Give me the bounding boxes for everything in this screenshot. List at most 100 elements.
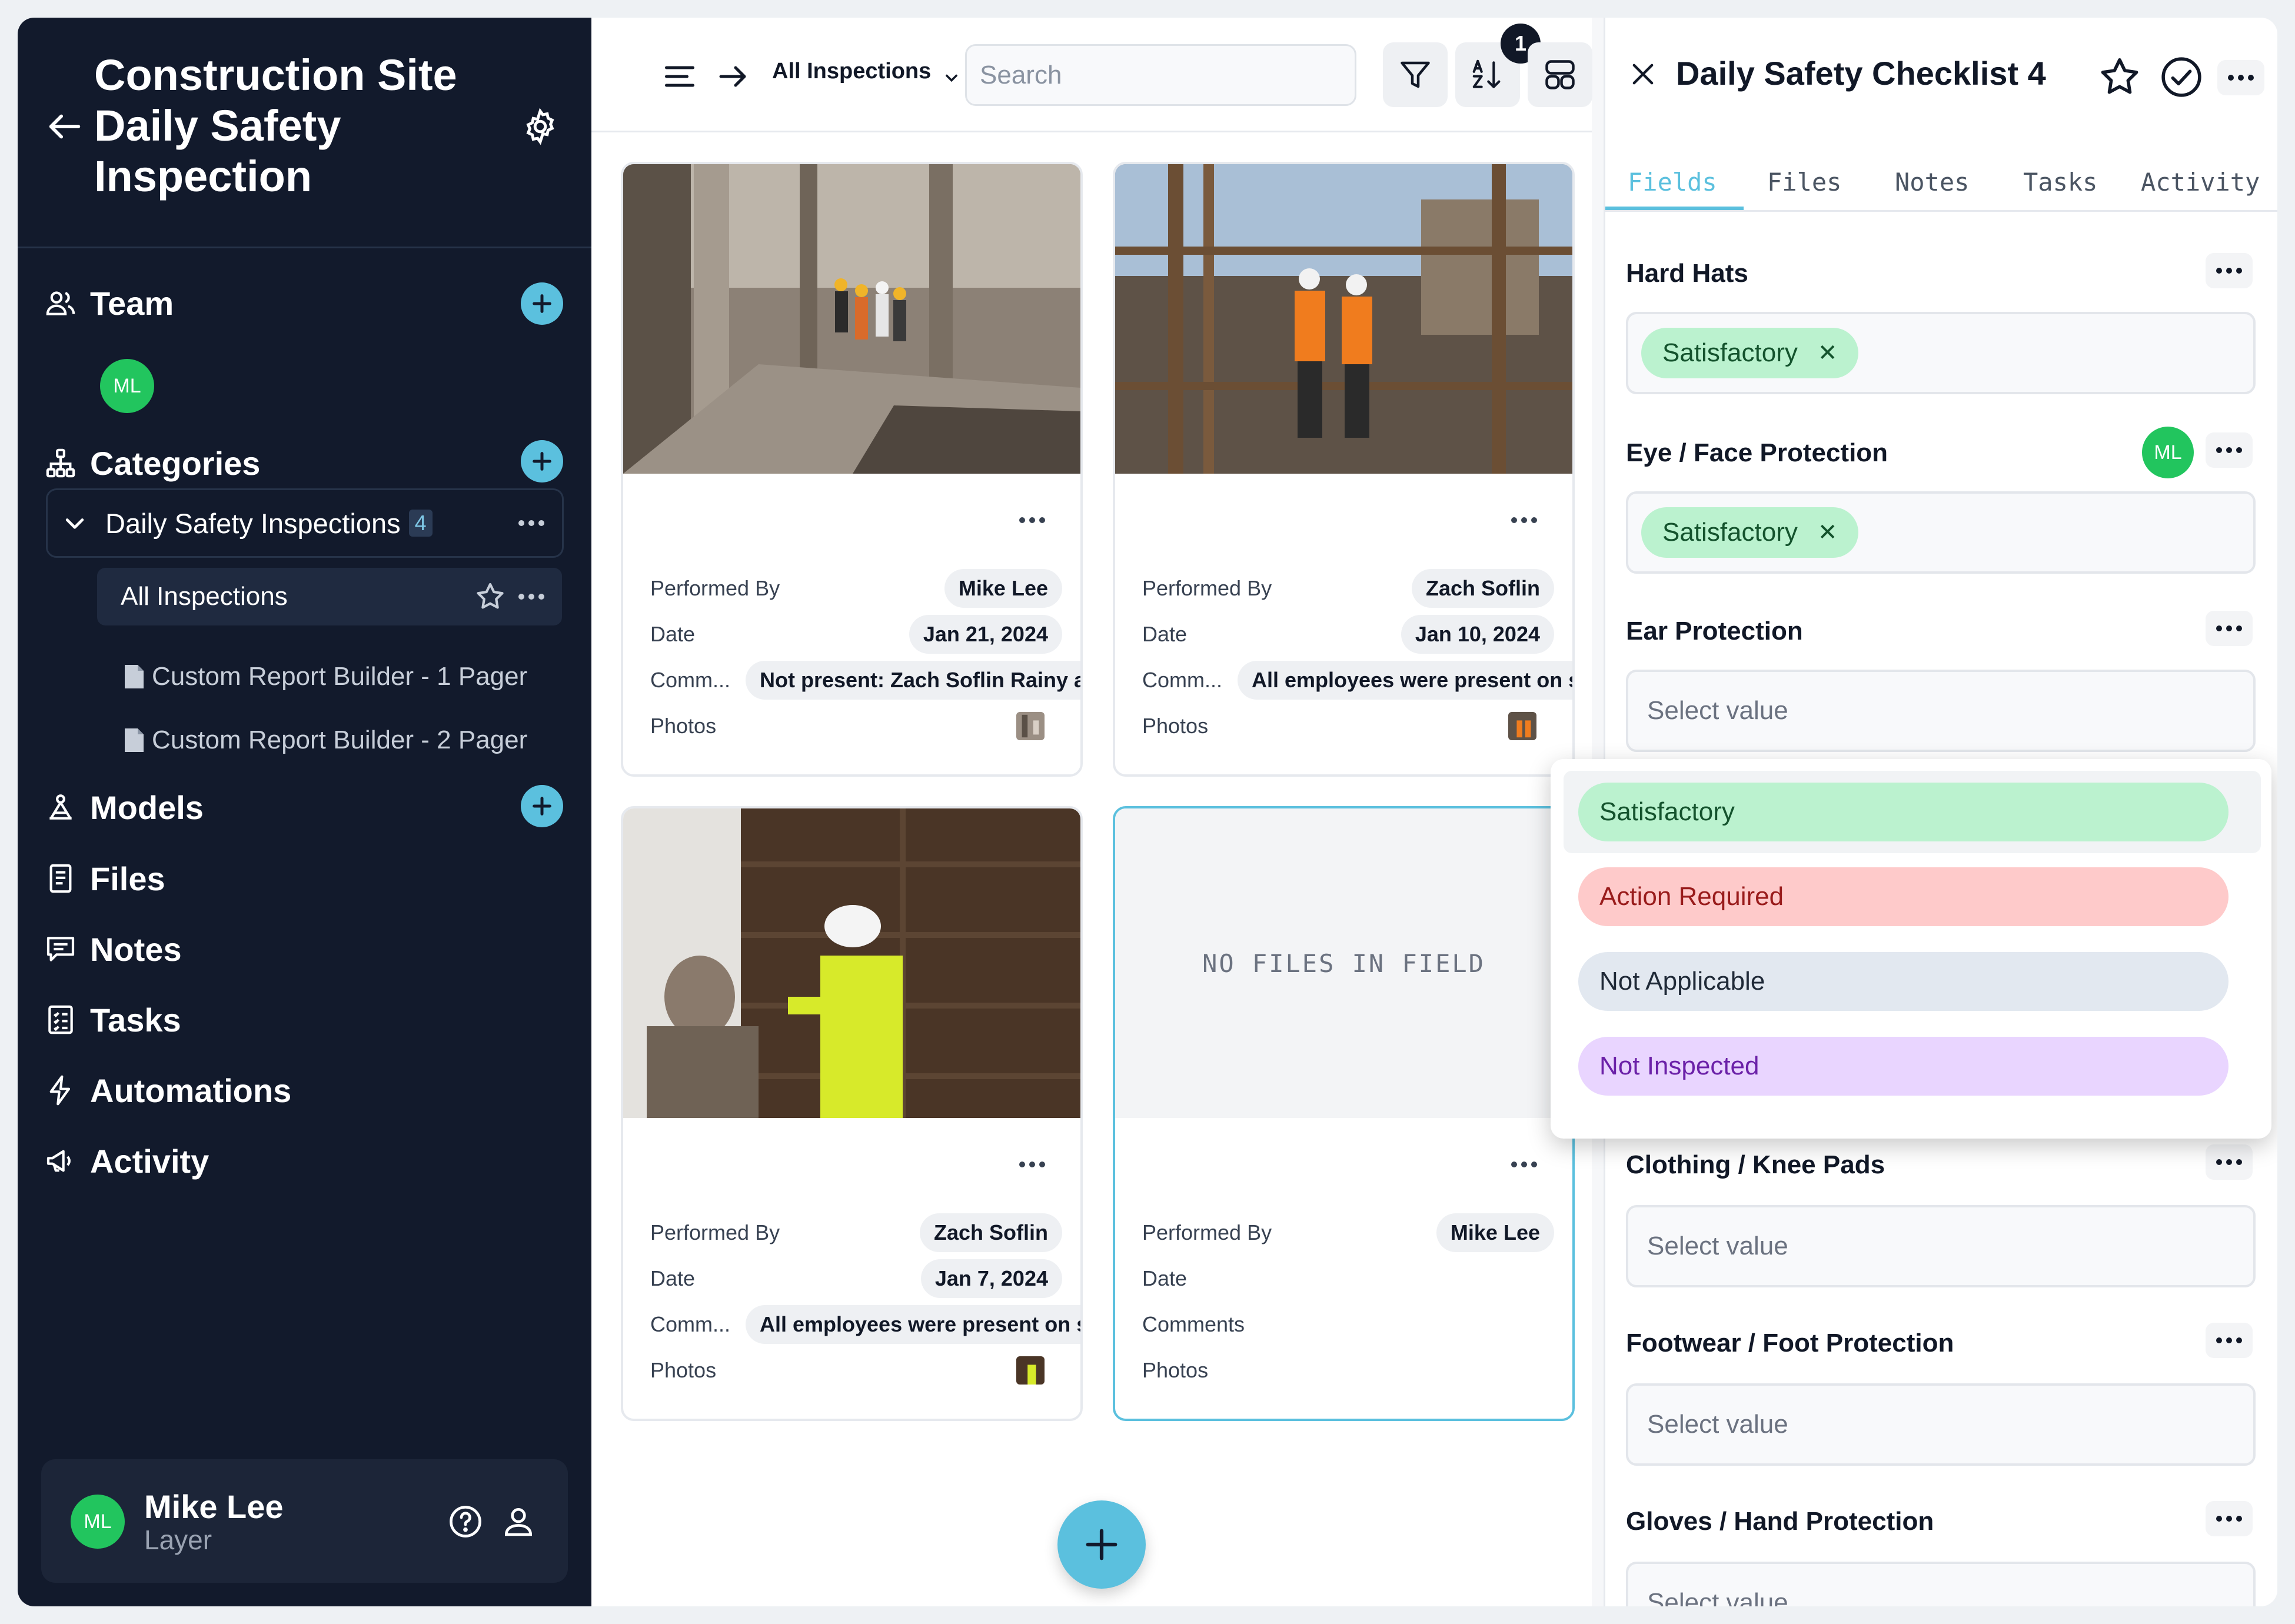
photo-thumbnail[interactable]: [1016, 712, 1045, 740]
models-label: Models: [90, 788, 204, 826]
inspection-photo: [623, 808, 1080, 1118]
editor-avatar: ML: [2142, 427, 2194, 478]
field-value: Mike Lee: [944, 569, 1062, 608]
help-icon[interactable]: [447, 1503, 484, 1540]
automations-label: Automations: [90, 1071, 292, 1109]
more-icon: [2216, 1159, 2242, 1165]
category-label: Daily Safety Inspections: [105, 507, 401, 539]
tasks-icon: [48, 1005, 73, 1034]
tab-fields[interactable]: Fields: [1628, 168, 1717, 197]
card-more-icon[interactable]: [1019, 1162, 1045, 1167]
account-icon[interactable]: [500, 1503, 537, 1540]
category-daily-safety-inspections[interactable]: Daily Safety Inspections 4: [46, 488, 564, 558]
star-icon[interactable]: [474, 580, 507, 613]
hierarchy-icon: [46, 448, 75, 478]
option-not-applicable[interactable]: Not Applicable: [1578, 952, 2229, 1011]
sidebar-item-activity[interactable]: Activity: [44, 1134, 209, 1187]
card-field-comments: Comm... All employees were present on si…: [650, 1304, 1080, 1345]
star-icon[interactable]: [2097, 54, 2143, 100]
field-more-button[interactable]: [2206, 432, 2253, 468]
gear-icon[interactable]: [521, 107, 560, 146]
sidebar-item-categories[interactable]: Categories: [44, 437, 260, 490]
chevron-down-icon[interactable]: [943, 69, 960, 86]
view-layout-button[interactable]: [1528, 42, 1592, 107]
field-more-button[interactable]: [2206, 1144, 2253, 1180]
photo-thumbnail[interactable]: [1508, 712, 1536, 740]
filter-button[interactable]: [1383, 42, 1448, 107]
sidebar-item-team[interactable]: Team: [44, 277, 174, 330]
field-more-button[interactable]: [2206, 253, 2253, 288]
select-placeholder: Select value: [1647, 696, 1788, 725]
field-select-eye-face[interactable]: Satisfactory ✕: [1626, 491, 2256, 574]
field-select-clothing[interactable]: Select value: [1626, 1205, 2256, 1287]
field-more-button[interactable]: [2206, 1323, 2253, 1358]
field-label-ear-protection: Ear Protection: [1626, 617, 1803, 645]
option-satisfactory[interactable]: Satisfactory: [1578, 783, 2229, 841]
field-select-footwear[interactable]: Select value: [1626, 1383, 2256, 1466]
card-field-performed-by: Performed By Zach Soflin: [650, 1212, 1062, 1253]
sidebar-item-files[interactable]: Files: [44, 852, 165, 905]
chevron-down-icon[interactable]: [62, 510, 88, 536]
field-label: Photos: [1142, 714, 1209, 738]
tab-tasks[interactable]: Tasks: [2023, 168, 2097, 197]
field-more-button[interactable]: [2206, 611, 2253, 646]
card-more-icon[interactable]: [1511, 517, 1537, 523]
card-more-icon[interactable]: [1019, 517, 1045, 523]
card-more-icon[interactable]: [1511, 1162, 1537, 1167]
option-not-inspected[interactable]: Not Inspected: [1578, 1037, 2229, 1096]
categories-label: Categories: [90, 444, 261, 482]
remove-chip-icon[interactable]: ✕: [1818, 340, 1838, 367]
view-more-icon[interactable]: [518, 594, 544, 600]
sidebar-item-models[interactable]: Models: [44, 781, 204, 834]
add-category-button[interactable]: [521, 440, 563, 482]
plus-icon: [1086, 1529, 1117, 1560]
tab-notes[interactable]: Notes: [1895, 168, 1969, 197]
sidebar-item-tasks[interactable]: Tasks: [44, 993, 181, 1046]
add-team-member-button[interactable]: [521, 282, 563, 325]
field-label: Photos: [650, 1358, 717, 1382]
notes-label: Notes: [90, 930, 182, 968]
field-select-hard-hats[interactable]: Satisfactory ✕: [1626, 312, 2256, 394]
view-custom-report-2[interactable]: Custom Report Builder - 2 Pager: [124, 717, 527, 764]
field-select-ear-protection[interactable]: Select value: [1626, 670, 2256, 752]
chip-label: Satisfactory: [1662, 518, 1798, 547]
view-all-inspections[interactable]: All Inspections: [97, 568, 562, 625]
field-label: Performed By: [650, 576, 780, 600]
record-card[interactable]: Performed By Mike Lee Date Jan 21, 2024 …: [621, 162, 1083, 777]
back-arrow-icon[interactable]: [44, 106, 85, 147]
photo-thumbnail[interactable]: [1016, 1356, 1045, 1385]
field-value: Zach Soflin: [1411, 569, 1554, 608]
document-icon: [125, 728, 144, 752]
record-card[interactable]: Performed By Zach Soflin Date Jan 10, 20…: [1113, 162, 1575, 777]
search-input[interactable]: Search: [965, 44, 1356, 106]
current-view-label[interactable]: All Inspections: [772, 59, 931, 84]
card-field-performed-by: Performed By Mike Lee: [1142, 1212, 1554, 1253]
category-more-icon[interactable]: [518, 520, 544, 526]
add-record-button[interactable]: [1057, 1500, 1146, 1589]
record-card-selected[interactable]: NO FILES IN FIELD Performed By Mike Lee …: [1113, 806, 1575, 1421]
field-select-gloves[interactable]: Select value: [1626, 1562, 2256, 1606]
close-icon[interactable]: [1628, 59, 1658, 89]
tab-activity[interactable]: Activity: [2141, 168, 2260, 197]
sidebar-item-notes[interactable]: Notes: [44, 923, 182, 976]
lightning-icon: [49, 1075, 71, 1106]
sidebar-item-automations[interactable]: Automations: [44, 1064, 291, 1117]
card-field-date: Date Jan 7, 2024: [650, 1258, 1062, 1299]
menu-icon[interactable]: [662, 59, 697, 94]
option-action-required[interactable]: Action Required: [1578, 867, 2229, 926]
add-model-button[interactable]: [521, 785, 563, 827]
user-name: Mike Lee: [144, 1488, 284, 1525]
team-member-avatar[interactable]: ML: [100, 359, 154, 413]
card-field-photos: Photos: [650, 1350, 1062, 1391]
field-label: Photos: [1142, 1358, 1209, 1382]
tab-files[interactable]: Files: [1767, 168, 1841, 197]
arrow-right-icon[interactable]: [715, 59, 750, 94]
user-card[interactable]: ML Mike Lee Layer: [41, 1459, 568, 1583]
field-more-button[interactable]: [2206, 1501, 2253, 1536]
check-circle-icon[interactable]: [2158, 54, 2204, 100]
view-custom-report-1[interactable]: Custom Report Builder - 1 Pager: [124, 653, 527, 700]
card-field-comments: Comm... Not present: Zach Soflin Rainy a…: [650, 660, 1080, 701]
remove-chip-icon[interactable]: ✕: [1818, 519, 1838, 546]
record-more-button[interactable]: [2217, 60, 2264, 95]
record-card[interactable]: Performed By Zach Soflin Date Jan 7, 202…: [621, 806, 1083, 1421]
